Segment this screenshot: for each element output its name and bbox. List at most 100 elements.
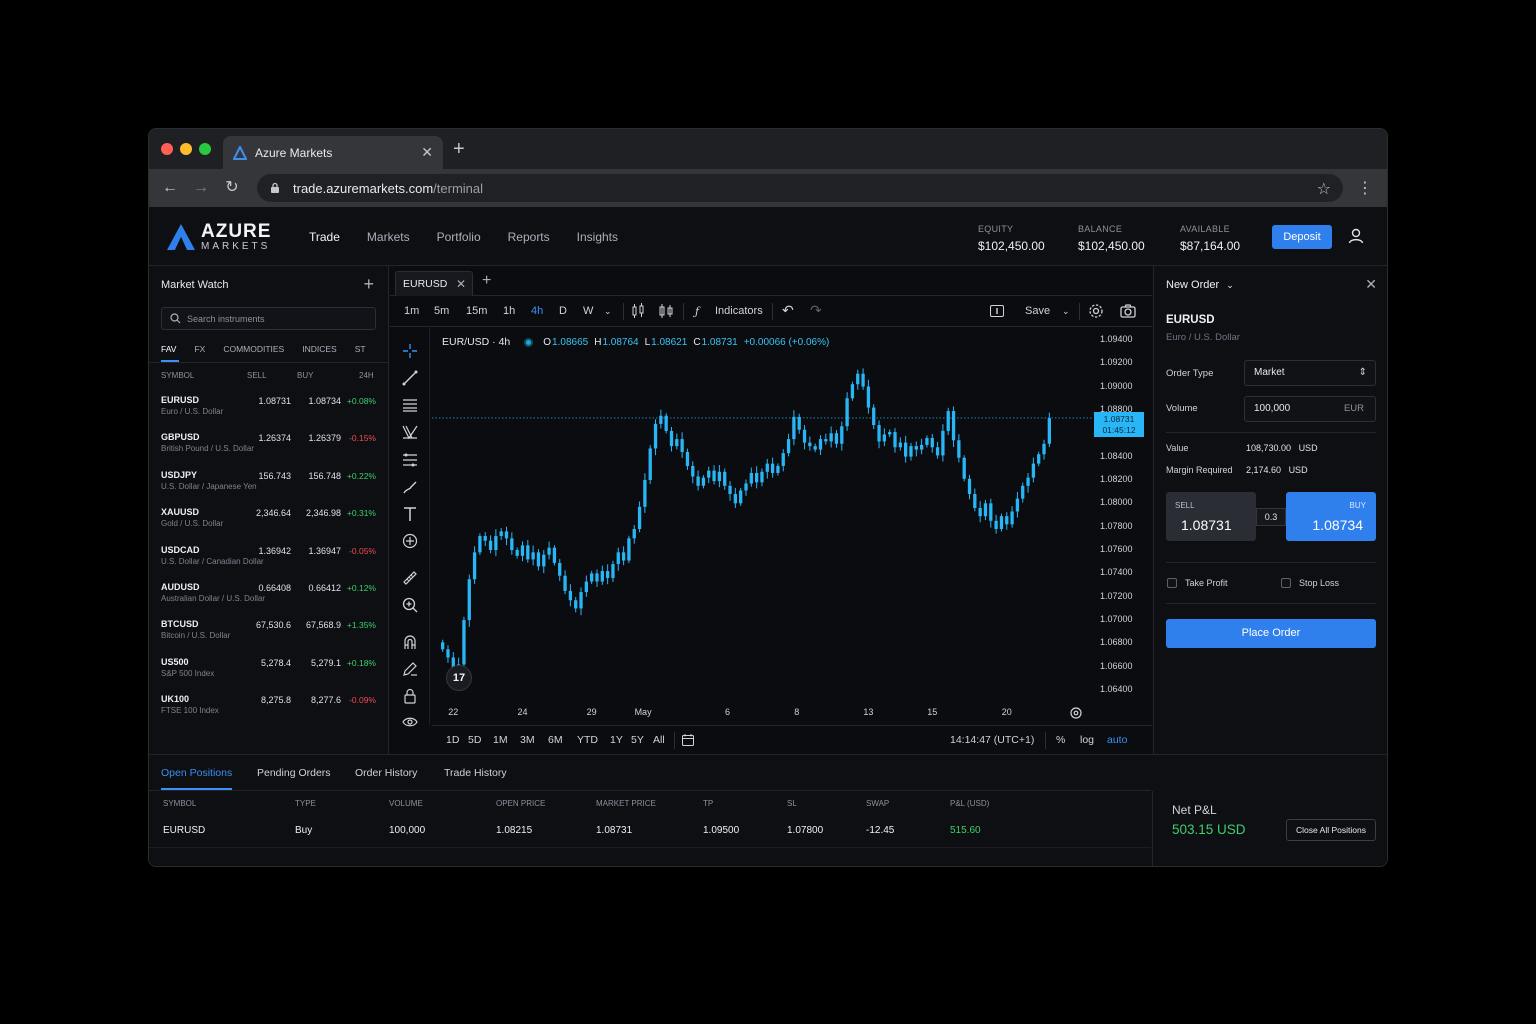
take-profit-checkbox[interactable] [1167,578,1177,588]
magnet-icon[interactable] [401,633,419,651]
save-button[interactable]: Save [1025,305,1050,317]
undo-icon[interactable]: ↶ [782,302,794,319]
tf-d[interactable]: D [559,305,567,317]
add-annotation-icon[interactable] [401,532,419,550]
mw-tab-fav[interactable]: FAV [161,344,176,360]
add-chart-tab-icon[interactable]: + [482,272,491,290]
range-ytd[interactable]: YTD [577,734,598,746]
zoom-in-icon[interactable] [401,596,419,614]
mw-tab-fx[interactable]: FX [194,344,205,360]
user-account-icon[interactable] [1347,227,1365,245]
crosshair-icon[interactable] [401,342,419,360]
go-to-date-icon[interactable] [681,733,695,747]
time-axis-settings-icon[interactable] [1069,706,1083,720]
indicators-button[interactable]: Indicators [715,305,763,317]
percent-scale-toggle[interactable]: % [1056,734,1065,746]
tf-1m[interactable]: 1m [404,305,419,317]
range-3m[interactable]: 3M [520,734,535,746]
close-icon[interactable]: ✕ [1365,276,1377,293]
stop-loss-checkbox[interactable] [1281,578,1291,588]
time-axis[interactable]: 22 24 29 May 6 8 13 15 20 [432,702,1094,724]
tf-1h[interactable]: 1h [503,305,515,317]
browser-tab[interactable]: Azure Markets ✕ [223,136,443,169]
tab-order-history[interactable]: Order History [355,767,417,779]
lock-drawings-icon[interactable] [401,687,419,705]
candle-style-icon[interactable] [629,302,647,320]
tab-pending-orders[interactable]: Pending Orders [257,767,331,779]
mw-tab-commodities[interactable]: COMMODITIES [223,344,284,360]
range-1y[interactable]: 1Y [610,734,623,746]
indicators-fx-icon[interactable]: ƒ [695,305,699,318]
nav-portfolio[interactable]: Portfolio [437,230,481,244]
ruler-icon[interactable] [401,569,419,587]
minimize-window-button[interactable] [180,143,192,155]
pitchfork-icon[interactable] [401,423,419,441]
volume-input[interactable]: 100,000 EUR [1244,396,1376,422]
sell-button[interactable]: SELL 1.08731 [1166,492,1256,541]
trend-line-icon[interactable] [401,369,419,387]
tab-trade-history[interactable]: Trade History [444,767,507,779]
chart-settings-gear-icon[interactable] [1087,302,1105,320]
range-all[interactable]: All [653,734,665,746]
log-scale-toggle[interactable]: log [1080,734,1094,746]
close-chart-tab-icon[interactable]: ✕ [456,272,466,296]
instrument-search-input[interactable] [187,313,357,324]
hide-drawings-eye-icon[interactable] [401,713,419,731]
range-1m[interactable]: 1M [493,734,508,746]
mw-tab-indices[interactable]: INDICES [302,344,336,360]
reload-icon[interactable]: ↻ [222,178,242,198]
new-order-dropdown[interactable]: New Order ⌄ [1166,279,1234,291]
browser-menu-icon[interactable]: ⋮ [1357,178,1373,198]
forward-arrow-icon[interactable]: → [191,178,211,198]
back-arrow-icon[interactable]: ← [160,178,180,198]
close-window-button[interactable] [161,143,173,155]
range-1d[interactable]: 1D [446,734,459,746]
range-6m[interactable]: 6M [548,734,563,746]
range-5y[interactable]: 5Y [631,734,644,746]
brand-logo[interactable]: AZURE MARKETS [165,221,271,253]
instrument-row[interactable]: AUDUSD Australian Dollar / U.S. Dollar 0… [161,580,377,617]
chart-clock[interactable]: 14:14:47 (UTC+1) [950,734,1034,746]
buy-button[interactable]: BUY 1.08734 [1286,492,1376,541]
site-info-icon[interactable] [269,182,281,194]
drawing-mode-pencil-icon[interactable] [401,660,419,678]
tf-5m[interactable]: 5m [434,305,449,317]
address-bar[interactable]: trade.azuremarkets.com/terminal ☆ [257,174,1343,202]
nav-markets[interactable]: Markets [367,230,410,244]
close-tab-icon[interactable]: ✕ [421,144,433,161]
nav-reports[interactable]: Reports [508,230,550,244]
tf-4h[interactable]: 4h [531,305,543,317]
deposit-button[interactable]: Deposit [1272,225,1332,249]
save-dropdown-chevron-icon[interactable]: ⌄ [1062,306,1070,317]
new-tab-button[interactable]: + [453,139,465,159]
text-tool-icon[interactable] [401,505,419,523]
chart-plot-area[interactable]: EUR/USD · 4h O1.08665 H1.08764 L1.08621 … [432,328,1092,702]
instrument-row[interactable]: EURUSD Euro / U.S. Dollar 1.08731 1.0873… [161,393,377,430]
replay-icon[interactable] [988,302,1006,320]
instrument-row[interactable]: US500 S&P 500 Index 5,278.4 5,279.1 +0.1… [161,655,377,692]
tf-15m[interactable]: 15m [466,305,487,317]
range-5d[interactable]: 5D [468,734,481,746]
instrument-row[interactable]: USDCAD U.S. Dollar / Canadian Dollar 1.3… [161,543,377,580]
order-type-select[interactable]: Market ⇕ [1244,360,1376,386]
fib-retracement-icon[interactable] [401,451,419,469]
close-all-positions-button[interactable]: Close All Positions [1286,819,1376,841]
instrument-row[interactable]: UK100 FTSE 100 Index 8,275.8 8,277.6 -0.… [161,692,377,729]
add-instrument-icon[interactable]: + [363,274,374,295]
price-axis[interactable]: 1.094001.092001.090001.088001.086001.084… [1094,328,1152,702]
instrument-row[interactable]: BTCUSD Bitcoin / U.S. Dollar 67,530.6 67… [161,617,377,654]
chart-layout-icon[interactable] [657,302,675,320]
instrument-search[interactable] [161,307,376,330]
mw-tab-stocks[interactable]: ST [355,344,366,360]
maximize-window-button[interactable] [199,143,211,155]
nav-insights[interactable]: Insights [577,230,618,244]
tf-w[interactable]: W [583,305,593,317]
tradingview-logo-icon[interactable]: 17 [446,665,472,691]
snapshot-camera-icon[interactable] [1119,302,1137,320]
instrument-row[interactable]: GBPUSD British Pound / U.S. Dollar 1.263… [161,430,377,467]
bookmark-star-icon[interactable]: ☆ [1317,179,1331,199]
place-order-button[interactable]: Place Order [1166,619,1376,648]
chart-tab-eurusd[interactable]: EURUSD ✕ [395,271,473,296]
auto-scale-toggle[interactable]: auto [1107,734,1127,746]
horizontal-lines-icon[interactable] [401,396,419,414]
